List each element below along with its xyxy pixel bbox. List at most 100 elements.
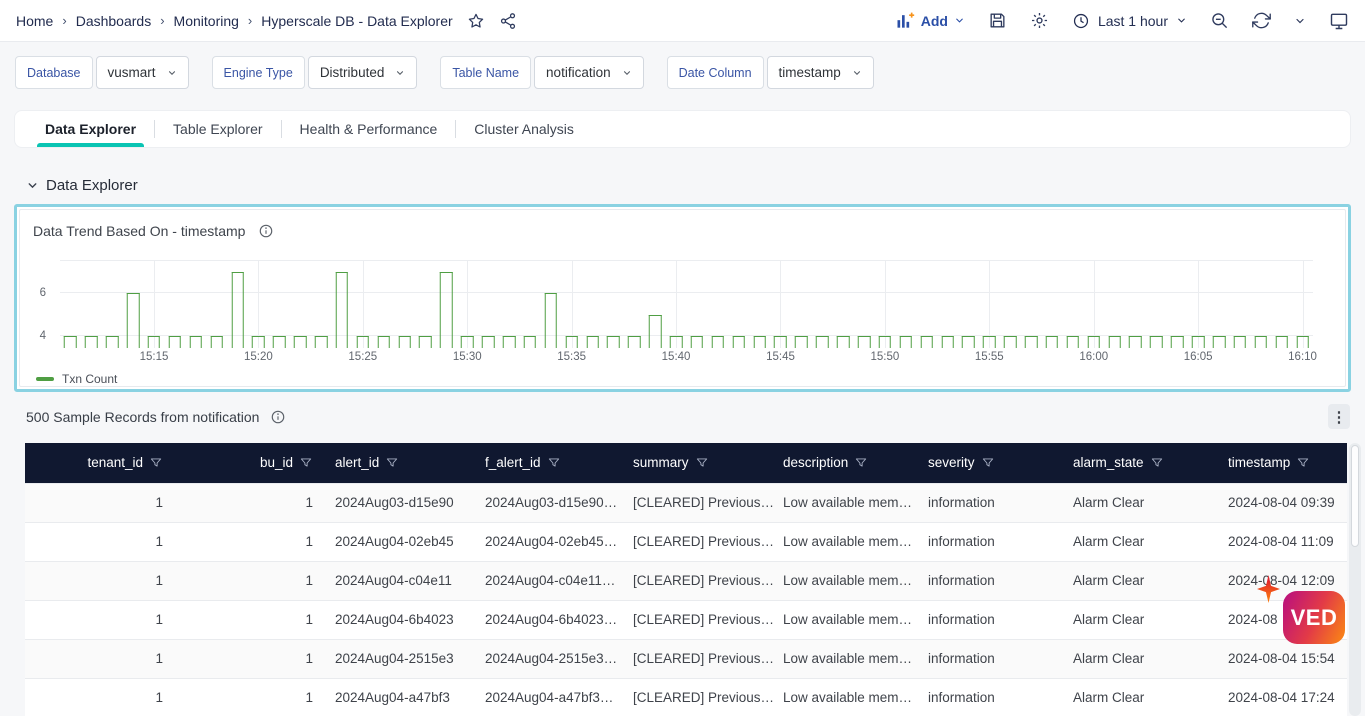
legend-label: Txn Count bbox=[62, 372, 118, 386]
breadcrumb-item-dashboards[interactable]: Dashboards bbox=[76, 13, 152, 29]
chart-x-axis: 15:15 15:20 15:25 15:30 15:35 15:40 15:45 15:50… bbox=[60, 351, 1317, 367]
cell-summary: [CLEARED] Previous… bbox=[623, 599, 773, 639]
gear-icon[interactable] bbox=[1030, 11, 1049, 30]
cell-tenant-id: 1 bbox=[25, 482, 175, 522]
column-label: f_alert_id bbox=[485, 455, 541, 471]
cell-bu-id: 1 bbox=[175, 599, 325, 639]
cell-description: Low available mem… bbox=[773, 638, 918, 678]
add-label: Add bbox=[920, 12, 948, 29]
gridline bbox=[780, 260, 782, 348]
column-header-alert-id[interactable]: alert_id bbox=[325, 443, 475, 483]
filter-icon[interactable] bbox=[695, 456, 709, 470]
collapse-chevron-icon[interactable] bbox=[26, 179, 39, 192]
chart-bar bbox=[293, 336, 307, 348]
chart-bar bbox=[711, 336, 725, 348]
chart-bar bbox=[231, 271, 244, 348]
column-header-description[interactable]: description bbox=[773, 443, 918, 483]
filter-icon[interactable] bbox=[854, 456, 868, 470]
chart-legend[interactable]: Txn Count bbox=[36, 372, 117, 386]
filter-icon[interactable] bbox=[299, 456, 313, 470]
save-icon[interactable] bbox=[988, 11, 1007, 30]
time-range-picker[interactable]: Last 1 hour bbox=[1072, 12, 1187, 30]
column-header-timestamp[interactable]: timestamp bbox=[1218, 443, 1347, 483]
chevron-down-icon bbox=[956, 18, 963, 23]
topbar: Home › Dashboards › Monitoring › Hyperscale DB… bbox=[0, 0, 1365, 42]
y-tick-label: 4 bbox=[39, 330, 46, 343]
favorite-star-icon[interactable] bbox=[467, 12, 485, 30]
share-icon[interactable] bbox=[499, 12, 517, 30]
breadcrumb-item-home[interactable]: Home bbox=[16, 13, 53, 29]
column-label: alarm_state bbox=[1073, 455, 1144, 471]
filter-icon[interactable] bbox=[149, 456, 163, 470]
table-header-row: tenant_id bu_id alert_id f_alert_id summary d… bbox=[25, 443, 1347, 483]
cell-severity: information bbox=[918, 599, 1063, 639]
filter-label: Database bbox=[15, 56, 93, 89]
info-icon[interactable] bbox=[270, 409, 286, 425]
filter-icon[interactable] bbox=[385, 456, 399, 470]
chevron-down-icon bbox=[168, 70, 175, 75]
chart-bar bbox=[1254, 336, 1268, 348]
column-header-f-alert-id[interactable]: f_alert_id bbox=[475, 443, 623, 483]
table-scrollbar-thumb[interactable] bbox=[1351, 445, 1359, 547]
cell-alert-id: 2024Aug04-c04e11 bbox=[325, 560, 475, 600]
filter-icon[interactable] bbox=[1296, 456, 1310, 470]
chart-panel[interactable]: Data Trend Based On - timestamp 46 15:15… bbox=[14, 204, 1351, 392]
column-header-severity[interactable]: severity bbox=[918, 443, 1063, 483]
tab-cluster-analysis[interactable]: Cluster Analysis bbox=[458, 111, 590, 147]
chart-bar bbox=[1129, 336, 1142, 348]
column-header-tenant-id[interactable]: tenant_id bbox=[25, 443, 175, 483]
filter-icon[interactable] bbox=[981, 456, 995, 470]
tab-data-explorer[interactable]: Data Explorer bbox=[29, 111, 152, 147]
chart-bar bbox=[377, 336, 390, 348]
ved-logo-text: VED bbox=[1290, 604, 1338, 630]
column-label: summary bbox=[633, 455, 689, 471]
gridline bbox=[884, 260, 886, 348]
filter-icon[interactable] bbox=[547, 456, 561, 470]
table-scrollbar-track[interactable] bbox=[1349, 443, 1361, 716]
chart-bar bbox=[419, 336, 432, 348]
cell-description: Low available mem… bbox=[773, 599, 918, 639]
filter-dropdown-date-column[interactable]: timestamp bbox=[766, 56, 874, 89]
column-header-alarm-state[interactable]: alarm_state bbox=[1063, 443, 1218, 483]
cell-severity: information bbox=[918, 521, 1063, 561]
chart-bar bbox=[1233, 336, 1247, 348]
info-icon[interactable] bbox=[258, 223, 274, 239]
filter-dropdown-engine-type[interactable]: Distributed bbox=[307, 56, 418, 89]
chart-bar bbox=[920, 336, 933, 348]
chart-bar bbox=[356, 336, 370, 348]
cell-f-alert-id: 2024Aug03-d15e90… bbox=[475, 482, 623, 522]
refresh-interval-chevron-icon[interactable] bbox=[1294, 15, 1306, 27]
monitor-icon[interactable] bbox=[1329, 11, 1349, 31]
tab-list: Data Explorer Table Explorer Health & Perf… bbox=[14, 110, 1351, 148]
records-table: tenant_id bu_id alert_id f_alert_id summary d… bbox=[25, 443, 1347, 716]
chart-bar bbox=[1066, 336, 1080, 348]
column-header-summary[interactable]: summary bbox=[623, 443, 773, 483]
tab-health-performance[interactable]: Health & Performance bbox=[284, 111, 454, 147]
filter-dropdown-database[interactable]: vusmart bbox=[95, 56, 189, 89]
cell-timestamp: 2024-08-04 09:39 bbox=[1218, 482, 1347, 522]
kebab-menu-icon[interactable]: ⋮ bbox=[1328, 404, 1350, 429]
cell-summary: [CLEARED] Previous… bbox=[623, 482, 773, 522]
chart-bar bbox=[1087, 336, 1100, 348]
filter-label: Table Name bbox=[440, 56, 532, 89]
zoom-out-icon[interactable] bbox=[1210, 11, 1229, 30]
chart-bar bbox=[314, 336, 328, 348]
column-header-bu-id[interactable]: bu_id bbox=[175, 443, 325, 483]
chart-bar bbox=[544, 293, 558, 348]
filter-dropdown-table-name[interactable]: notification bbox=[534, 56, 644, 89]
add-button[interactable]: Add bbox=[895, 11, 965, 31]
breadcrumb-item-monitoring[interactable]: Monitoring bbox=[174, 13, 239, 29]
table-row: 1 1 2024Aug04-c04e11 2024Aug04-c04e11… [CLEA… bbox=[25, 560, 1347, 600]
table-row: 1 1 2024Aug04-a47bf3 2024Aug04-a47bf3… [CLEA… bbox=[25, 677, 1347, 716]
refresh-icon[interactable] bbox=[1252, 11, 1271, 30]
chart-bar bbox=[1191, 336, 1205, 348]
time-range-label: Last 1 hour bbox=[1097, 12, 1168, 29]
cell-f-alert-id: 2024Aug04-c04e11… bbox=[475, 560, 623, 600]
filter-icon[interactable] bbox=[1150, 456, 1164, 470]
chart-bar bbox=[1045, 336, 1059, 348]
tab-table-explorer[interactable]: Table Explorer bbox=[157, 111, 279, 147]
chart-bar bbox=[586, 336, 599, 348]
chart-bar bbox=[168, 336, 182, 348]
chart-bar bbox=[189, 336, 202, 348]
chart-bar bbox=[857, 336, 871, 348]
